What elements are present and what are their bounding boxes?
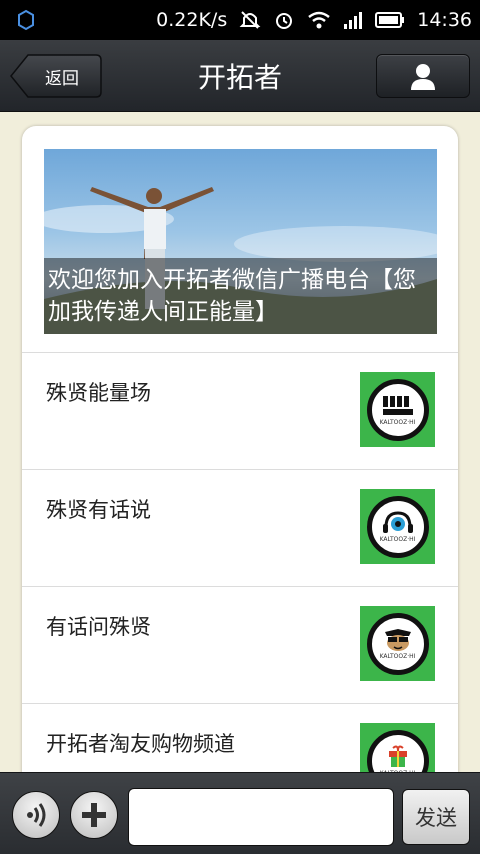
list-item-thumbnail: KALTOOZ·HI [360, 489, 435, 564]
monkey-face-logo-icon [384, 628, 411, 651]
plus-icon [82, 803, 106, 827]
list-item[interactable]: 殊贤有话说 KALTOOZ·HI [22, 469, 458, 586]
mute-icon [239, 9, 261, 31]
alarm-icon [273, 9, 295, 31]
thumbnail-brand-text: KALTOOZ·HI [379, 652, 416, 660]
list-item-label: 殊贤能量场 [46, 381, 151, 405]
voice-button[interactable] [12, 791, 60, 839]
signal-icon [343, 10, 363, 30]
list-item[interactable]: 殊贤能量场 KALTOOZ·HI [22, 352, 458, 469]
list-item-label: 开拓者淘友购物频道 [46, 732, 235, 756]
list-item-thumbnail: KALTOOZ·HI [360, 606, 435, 681]
banner-caption: 欢迎您加入开拓者微信广播电台【您加我传递人间正能量】 [44, 258, 437, 334]
thumbnail-brand-text: KALTOOZ·HI [379, 418, 416, 426]
message-card: 欢迎您加入开拓者微信广播电台【您加我传递人间正能量】 殊贤能量场 KALTOOZ… [22, 126, 458, 806]
list-item-label: 有话问殊贤 [46, 615, 151, 639]
headphones-logo-icon [382, 510, 413, 533]
list-item-thumbnail: KALTOOZ·HI [360, 372, 435, 447]
back-button[interactable]: 返回 [10, 54, 102, 98]
app-notification-icon [18, 9, 34, 31]
list-item[interactable]: 有话问殊贤 KALTOOZ·HI [22, 586, 458, 703]
wifi-icon [307, 10, 331, 30]
list-item-label: 殊贤有话说 [46, 498, 151, 522]
banner[interactable]: 欢迎您加入开拓者微信广播电台【您加我传递人间正能量】 [44, 149, 437, 334]
clock-time: 14:36 [417, 9, 472, 31]
back-button-label: 返回 [45, 68, 79, 89]
thumbnail-brand-text: KALTOOZ·HI [379, 535, 416, 543]
page-title: 开拓者 [197, 61, 282, 94]
battery-icon [375, 11, 405, 29]
profile-button[interactable] [376, 54, 470, 98]
title-bar: 返回 开拓者 [0, 40, 480, 112]
message-input[interactable] [128, 788, 394, 846]
voice-icon [27, 803, 46, 827]
composer-bar: 发送 [0, 772, 480, 854]
person-icon [411, 64, 435, 90]
fist-logo-icon [382, 395, 413, 415]
gift-logo-icon [388, 745, 407, 767]
send-button[interactable]: 发送 [402, 789, 470, 845]
add-button[interactable] [70, 791, 118, 839]
status-bar: 0.22K/s 14:36 [0, 0, 480, 40]
network-speed: 0.22K/s [156, 9, 228, 31]
